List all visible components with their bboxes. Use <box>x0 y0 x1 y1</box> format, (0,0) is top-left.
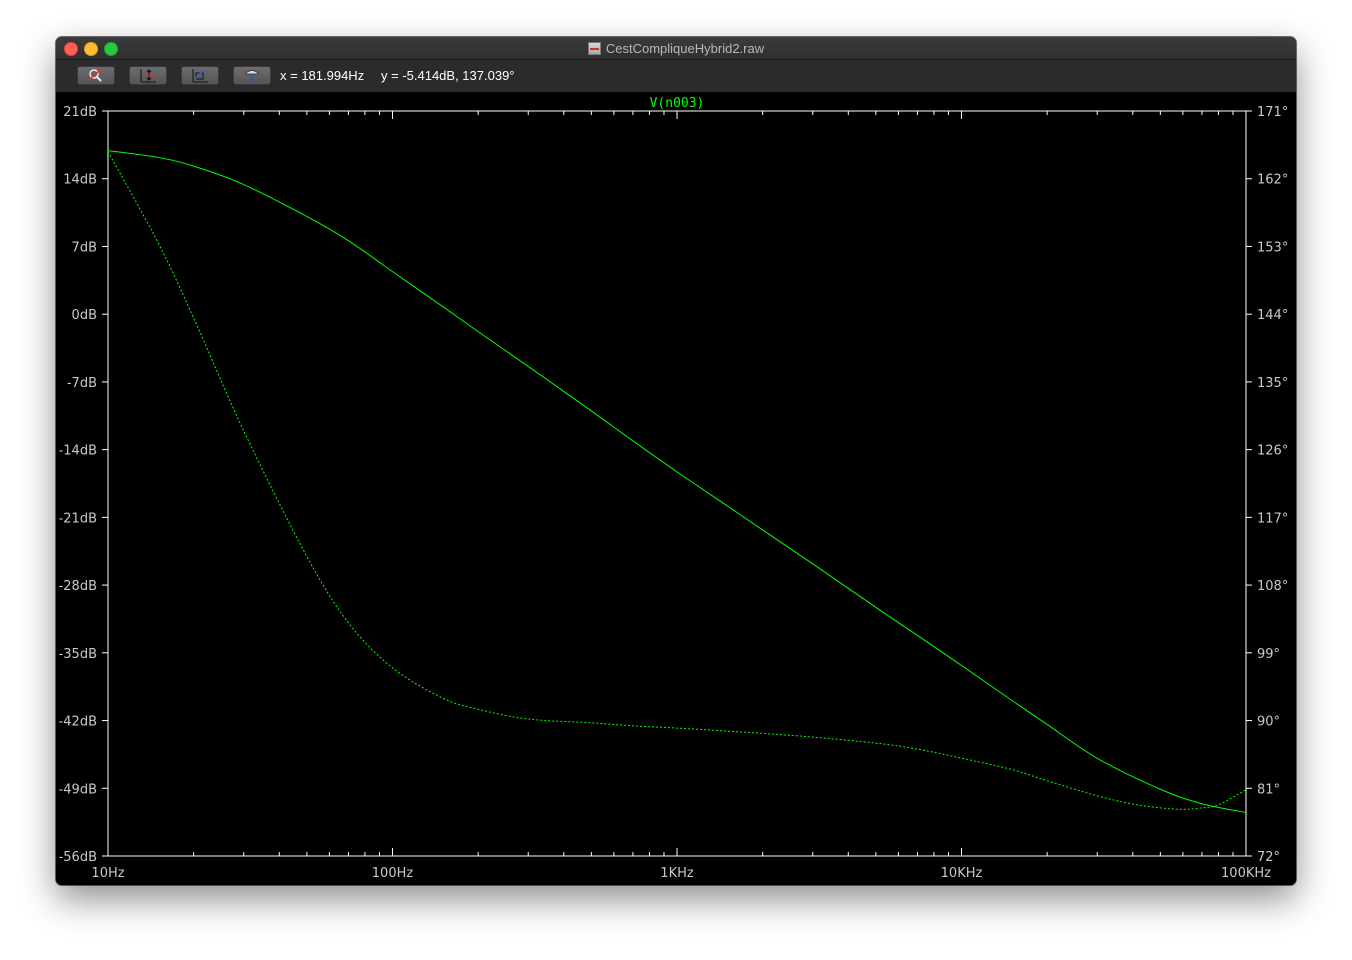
y-right-tick-label: 135° <box>1257 376 1288 391</box>
x-tick-label: 10Hz <box>91 866 124 881</box>
tick-marks <box>102 110 1252 857</box>
zoom-area-button[interactable] <box>181 66 219 85</box>
phase-trace <box>107 151 1247 810</box>
vertical-autorange-icon <box>140 69 156 83</box>
plot-area[interactable]: V(n003) 10Hz 100Hz 1KHz 10KHz 100KHz 21dB 14dB… <box>56 92 1296 885</box>
y-left-tick-label: -49dB <box>59 782 97 797</box>
y-right-tick-label: 99° <box>1257 647 1280 662</box>
y-right-tick-label: 126° <box>1257 444 1288 459</box>
x-tick-label: 100KHz <box>1221 866 1271 881</box>
y-right-tick-label: 72° <box>1257 850 1280 865</box>
waveform-file-icon <box>587 41 601 55</box>
y-right-tick-label: 171° <box>1257 105 1288 120</box>
y-left-tick-label: -21dB <box>59 511 97 526</box>
y-left-tick-label: -28dB <box>59 579 97 594</box>
y-left-tick-label: 21dB <box>63 105 97 120</box>
y-readout: y = -5.414dB, 137.039° <box>381 68 515 83</box>
y-left-tick-label: -7dB <box>67 376 97 391</box>
trace-title[interactable]: V(n003) <box>650 96 705 111</box>
y-left-tick-label: 14dB <box>63 173 97 188</box>
window-title: CestCompliqueHybrid2.raw <box>605 40 765 56</box>
bode-plot[interactable]: V(n003) 10Hz 100Hz 1KHz 10KHz 100KHz 21dB 14dB… <box>56 92 1296 885</box>
magnifier-cancel-icon <box>88 68 102 82</box>
y-left-tick-label: -56dB <box>59 850 97 865</box>
y-right-tick-label: 162° <box>1257 173 1288 188</box>
zoom-cancel-button[interactable] <box>77 66 115 85</box>
x-tick-label: 1KHz <box>660 866 694 881</box>
magnitude-trace <box>107 150 1247 813</box>
toolbar: x = 181.994Hz y = -5.414dB, 137.039° <box>56 60 1296 92</box>
y-right-tick-label: 90° <box>1257 715 1280 730</box>
traces <box>107 150 1247 813</box>
x-tick-label: 100Hz <box>372 866 414 881</box>
y-left-tick-label: -35dB <box>59 647 97 662</box>
title-bar[interactable]: CestCompliqueHybrid2.raw <box>56 37 1296 60</box>
window-title-group: CestCompliqueHybrid2.raw <box>56 37 1296 59</box>
autorange-y-button[interactable] <box>129 66 167 85</box>
y-right-tick-label: 117° <box>1257 511 1288 526</box>
y-right-tick-label: 153° <box>1257 240 1288 255</box>
x-readout: x = 181.994Hz <box>280 68 365 83</box>
y-right-tick-label: 81° <box>1257 782 1280 797</box>
zoom-area-icon <box>192 69 208 83</box>
y-left-tick-label: -14dB <box>59 444 97 459</box>
y-right-tick-label: 144° <box>1257 308 1288 323</box>
probe-hammer-icon <box>245 70 259 82</box>
y-left-tick-label: -42dB <box>59 715 97 730</box>
y-left-tick-label: 7dB <box>72 240 97 255</box>
y-right-tick-label: 108° <box>1257 579 1288 594</box>
tick-labels: 10Hz 100Hz 1KHz 10KHz 100KHz 21dB 14dB 7dB 0dB -7… <box>59 105 1289 881</box>
probe-button[interactable] <box>233 66 271 85</box>
y-left-tick-label: 0dB <box>72 308 97 323</box>
x-tick-label: 10KHz <box>941 866 983 881</box>
waveform-window: CestCompliqueHybrid2.raw x = 181.994Hz y… <box>56 37 1296 885</box>
